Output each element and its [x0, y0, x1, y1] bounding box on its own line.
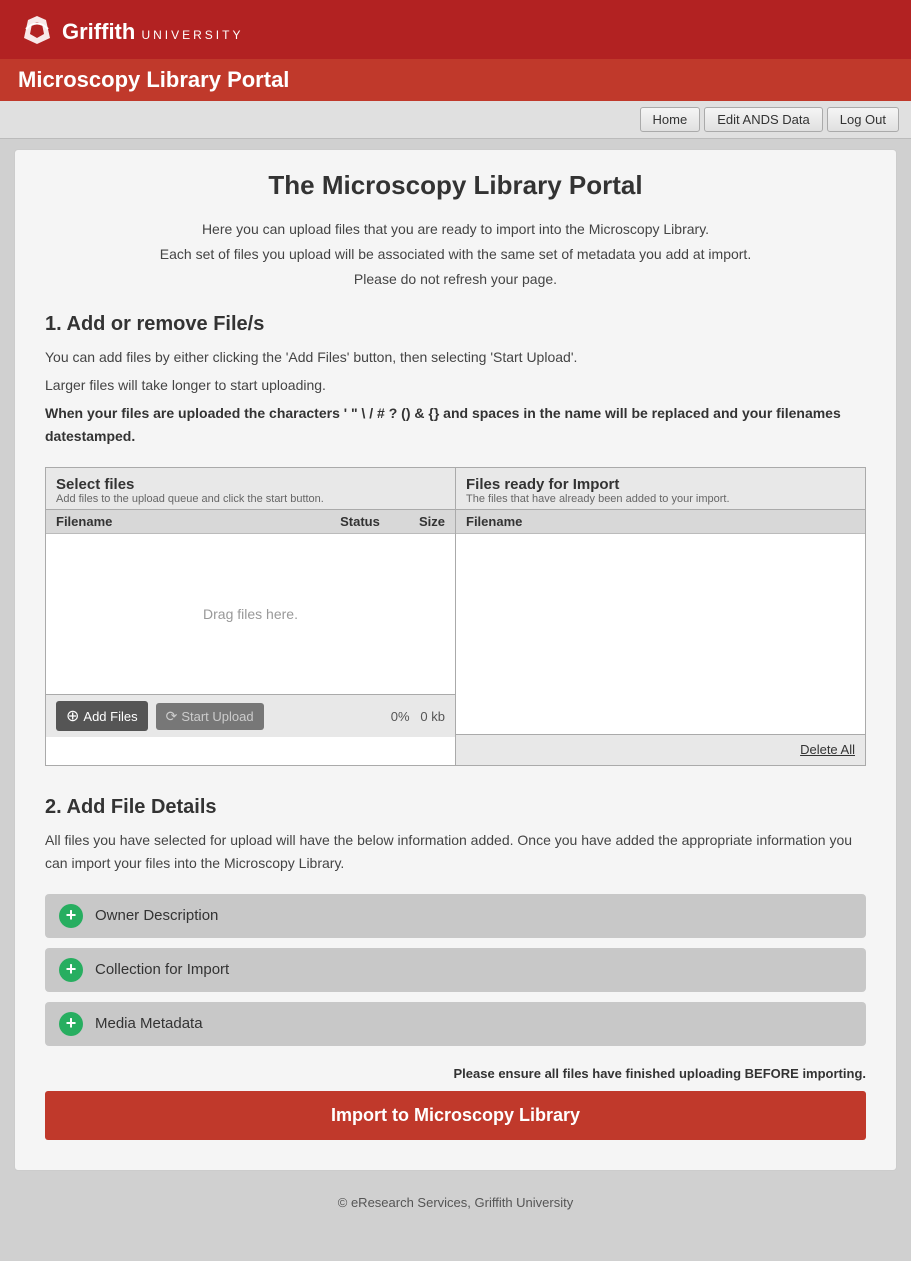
right-footer: Delete All	[456, 734, 865, 765]
accordion-list: + Owner Description + Collection for Imp…	[45, 894, 866, 1046]
section1-title: 1. Add or remove File/s	[45, 313, 866, 336]
progress-size: 0 kb	[420, 709, 445, 724]
home-button[interactable]: Home	[640, 107, 701, 132]
upload-left-panel: Select files Add files to the upload que…	[46, 468, 456, 765]
left-panel-sub: Add files to the upload queue and click …	[56, 493, 445, 505]
main-content: The Microscopy Library Portal Here you c…	[14, 149, 897, 1171]
right-col-filename-label: Filename	[466, 514, 522, 529]
import-warning: Please ensure all files have finished up…	[45, 1066, 866, 1081]
accordion-collection-icon: +	[59, 958, 83, 982]
upload-right-panel: Files ready for Import The files that ha…	[456, 468, 865, 765]
accordion-media[interactable]: + Media Metadata	[45, 1002, 866, 1046]
app-title: Microscopy Library Portal	[18, 67, 893, 93]
drag-text: Drag files here.	[203, 606, 298, 622]
section2-title: 2. Add File Details	[45, 796, 866, 819]
section1-desc2: Larger files will take longer to start u…	[45, 374, 866, 396]
section1-desc1: You can add files by either clicking the…	[45, 346, 866, 368]
start-upload-label: Start Upload	[181, 709, 253, 724]
drag-drop-area[interactable]: Drag files here.	[46, 534, 455, 694]
accordion-collection-label: Collection for Import	[95, 961, 229, 978]
intro-line1: Here you can upload files that you are r…	[45, 217, 866, 242]
accordion-media-label: Media Metadata	[95, 1015, 203, 1032]
griffith-logo: Griffith UNIVERSITY	[18, 10, 243, 53]
accordion-owner-label: Owner Description	[95, 907, 218, 924]
plus-icon: ⊕	[66, 706, 79, 726]
accordion-owner[interactable]: + Owner Description	[45, 894, 866, 938]
import-button[interactable]: Import to Microscopy Library	[45, 1091, 866, 1140]
accordion-collection[interactable]: + Collection for Import	[45, 948, 866, 992]
intro-line3: Please do not refresh your page.	[45, 267, 866, 292]
upload-footer: ⊕ Add Files ⟳ Start Upload 0% 0 kb	[46, 694, 455, 737]
left-panel-header: Select files Add files to the upload que…	[46, 468, 455, 510]
ready-files-area	[456, 534, 865, 734]
col-filename-label: Filename	[56, 514, 325, 529]
left-panel-title: Select files	[56, 476, 445, 493]
header: Griffith UNIVERSITY Microscopy Library P…	[0, 0, 911, 101]
start-upload-button[interactable]: ⟳ Start Upload	[156, 703, 264, 730]
logo-name: Griffith	[62, 19, 135, 44]
accordion-media-icon: +	[59, 1012, 83, 1036]
right-panel-title: Files ready for Import	[466, 476, 855, 493]
intro-line2: Each set of files you upload will be ass…	[45, 242, 866, 267]
delete-all-link[interactable]: Delete All	[800, 742, 855, 757]
col-size-label: Size	[395, 514, 445, 529]
upload-panels: Select files Add files to the upload que…	[45, 467, 866, 766]
logo-university: UNIVERSITY	[141, 28, 243, 42]
page-title: The Microscopy Library Portal	[45, 170, 866, 201]
file-table-header: Filename Status Size	[46, 510, 455, 534]
app-title-bar: Microscopy Library Portal	[0, 59, 911, 101]
logo-text-group: Griffith UNIVERSITY	[62, 21, 243, 43]
section2-desc: All files you have selected for upload w…	[45, 829, 866, 874]
right-panel-header: Files ready for Import The files that ha…	[456, 468, 865, 510]
logo-area: Griffith UNIVERSITY	[0, 0, 911, 59]
nav-bar: Home Edit ANDS Data Log Out	[0, 101, 911, 139]
import-section: Please ensure all files have finished up…	[45, 1066, 866, 1140]
col-status-label: Status	[325, 514, 395, 529]
logo-emblem-icon	[18, 10, 56, 53]
site-footer: © eResearch Services, Griffith Universit…	[0, 1181, 911, 1224]
logout-button[interactable]: Log Out	[827, 107, 899, 132]
edit-ands-button[interactable]: Edit ANDS Data	[704, 107, 823, 132]
right-file-table-header: Filename	[456, 510, 865, 534]
upload-icon: ⟳	[166, 708, 178, 725]
footer-text: © eResearch Services, Griffith Universit…	[338, 1195, 573, 1210]
accordion-owner-icon: +	[59, 904, 83, 928]
progress-info: 0% 0 kb	[391, 709, 445, 724]
progress-percent: 0%	[391, 709, 410, 724]
right-panel-sub: The files that have already been added t…	[466, 493, 855, 505]
intro-text: Here you can upload files that you are r…	[45, 217, 866, 293]
add-files-button[interactable]: ⊕ Add Files	[56, 701, 148, 731]
section1-desc3: When your files are uploaded the charact…	[45, 402, 866, 447]
add-files-label: Add Files	[83, 709, 137, 724]
